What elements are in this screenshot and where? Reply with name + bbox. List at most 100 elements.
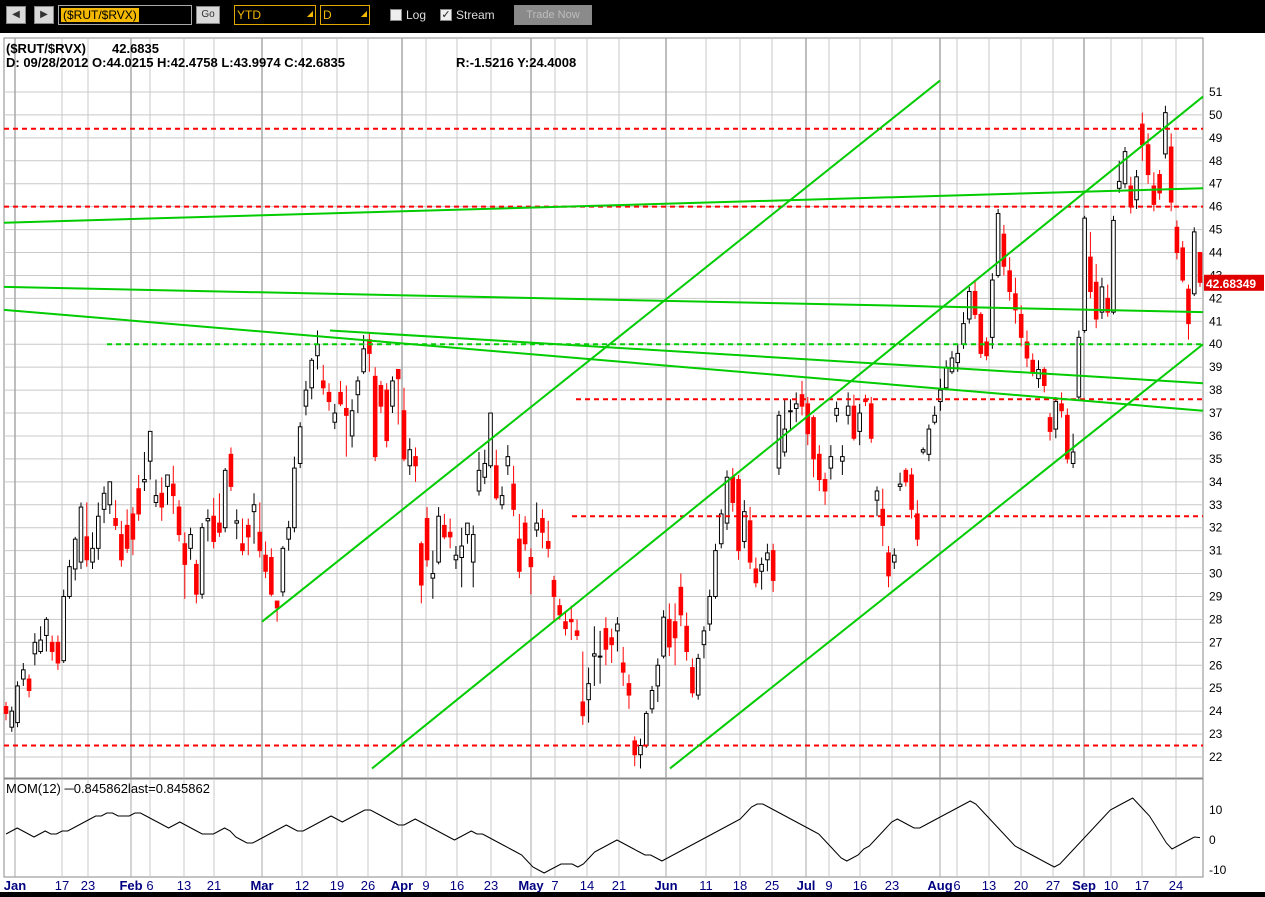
candle-body <box>690 667 695 694</box>
candle-body <box>367 339 372 354</box>
candle-body <box>222 469 228 529</box>
y-tick-label: 51 <box>1209 85 1223 99</box>
candle-body <box>251 504 257 513</box>
candle-body <box>38 639 43 653</box>
candle-body <box>124 524 130 549</box>
candle-body <box>540 518 545 533</box>
candle-body <box>984 341 989 357</box>
candle-body <box>332 412 338 423</box>
y-tick-label: 23 <box>1209 727 1223 741</box>
candle-body <box>424 518 430 561</box>
candle-body <box>1018 313 1024 338</box>
indicator-label: MOM(12) ─0.845862last=0.845862 <box>6 781 210 796</box>
candle-body <box>615 623 620 632</box>
candle-body <box>26 678 32 692</box>
candle-body <box>978 313 984 354</box>
y-tick-label: 31 <box>1209 544 1223 558</box>
x-tick-label: 17 <box>1135 878 1149 892</box>
x-tick-label: May <box>518 878 544 892</box>
candle-body <box>44 618 49 636</box>
interval-select[interactable]: D ◢ <box>320 5 370 25</box>
candle-body <box>3 706 9 714</box>
log-checkbox[interactable] <box>390 9 402 21</box>
candle-body <box>165 474 170 487</box>
x-tick-label: Feb <box>119 878 142 892</box>
candle-body <box>78 506 84 563</box>
right-arrow-icon: ▶ <box>40 9 48 20</box>
candle-body <box>465 522 470 536</box>
candle-body <box>303 389 309 407</box>
candle-body <box>234 520 240 524</box>
forward-button[interactable]: ▶ <box>34 6 54 24</box>
candle-body <box>15 685 20 724</box>
x-tick-label: 6 <box>146 878 153 892</box>
candle-body <box>286 527 291 540</box>
x-tick-label: 14 <box>580 878 594 892</box>
candle-body <box>199 527 205 595</box>
candle-body <box>966 291 972 320</box>
candle-body <box>592 653 597 657</box>
go-label: Go <box>201 9 215 20</box>
y-tick-label: 30 <box>1209 567 1223 581</box>
candle-body <box>620 662 626 673</box>
candle-body <box>257 531 263 552</box>
candle-body <box>395 368 401 380</box>
symbol-input[interactable]: ($RUT/$RVX) <box>58 5 192 25</box>
x-tick-label: 26 <box>361 878 375 892</box>
candle-body <box>568 618 574 623</box>
symbol-value: ($RUT/$RVX) <box>61 8 139 22</box>
x-tick-label: 21 <box>207 878 221 892</box>
candle-body <box>1191 231 1197 295</box>
candle-body <box>1082 217 1087 331</box>
candle-body <box>799 394 805 407</box>
candle-body <box>1059 403 1064 412</box>
candle-body <box>932 414 937 423</box>
candle-body <box>1076 336 1082 398</box>
y-tick-label: 47 <box>1209 177 1223 191</box>
candle-body <box>390 380 395 407</box>
candle-body <box>482 462 488 478</box>
candle-body <box>1186 288 1191 325</box>
x-tick-label: 13 <box>982 878 996 892</box>
stream-label: Stream <box>456 8 495 22</box>
candle-body <box>753 568 759 584</box>
toolbar: ◀ ▶ ($RUT/$RVX) Go YTD ◢ D ◢ Log ✓ Strea… <box>0 0 1265 33</box>
candle-body <box>147 430 153 462</box>
x-tick-label: Mar <box>250 878 273 892</box>
candle-body <box>72 538 78 570</box>
go-button[interactable]: Go <box>196 6 220 24</box>
candle-body <box>217 522 222 533</box>
candle-body <box>857 412 862 432</box>
x-tick-label: 24 <box>1169 878 1183 892</box>
candle-body <box>297 426 303 464</box>
candle-body <box>459 545 464 559</box>
candle-body <box>205 518 211 522</box>
candle-body <box>470 534 476 563</box>
x-tick-label: 16 <box>853 878 867 892</box>
candle-body <box>1001 233 1007 267</box>
candle-body <box>1070 451 1076 464</box>
candle-body <box>407 449 413 467</box>
back-button[interactable]: ◀ <box>6 6 26 24</box>
candle-body <box>534 522 539 531</box>
candle-body <box>84 536 90 561</box>
candle-body <box>372 375 378 458</box>
x-tick-label: 27 <box>1046 878 1060 892</box>
candle-body <box>280 547 286 593</box>
period-select[interactable]: YTD ◢ <box>234 5 316 25</box>
candle-body <box>1088 256 1093 293</box>
candle-body <box>563 621 568 630</box>
price-chart[interactable]: 22 23 24 25 26 27 28 29 30 31 32 33 34 35 36 37 38 39 40 41… <box>0 33 1265 893</box>
mom-tick-label: 10 <box>1209 803 1223 817</box>
candle-body <box>603 628 609 650</box>
x-tick-label: 19 <box>330 878 344 892</box>
candle-body <box>476 469 482 492</box>
candle-body <box>320 380 326 389</box>
candle-body <box>834 407 839 416</box>
x-tick-label: 9 <box>422 878 429 892</box>
period-value: YTD <box>237 8 261 22</box>
ry-readout: R:-1.5216 Y:24.4008 <box>456 55 576 70</box>
trade-now-button[interactable]: Trade Now <box>514 5 592 25</box>
stream-checkbox[interactable]: ✓ <box>440 9 452 21</box>
candle-body <box>522 522 528 545</box>
